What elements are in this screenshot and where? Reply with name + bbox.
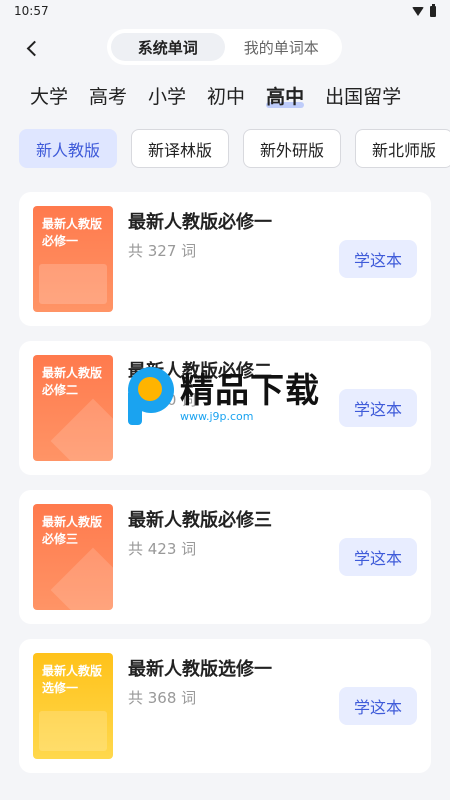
book-cover-text: 最新人教版必修一 — [42, 217, 103, 248]
book-cover-text: 最新人教版选修一 — [42, 664, 103, 695]
level-tab-primary[interactable]: 小学 — [148, 82, 186, 109]
level-tab-study-abroad[interactable]: 出国留学 — [325, 82, 401, 109]
level-tab-junior[interactable]: 初中 — [207, 82, 245, 109]
book-cover-text: 最新人教版必修二 — [42, 366, 103, 397]
book-word-count: 共 327 词 — [128, 242, 197, 260]
level-tab-gaokao[interactable]: 高考 — [89, 82, 127, 109]
book-cover: 最新人教版必修三 — [33, 504, 113, 610]
book-title: 最新人教版必修三 — [128, 510, 272, 531]
edition-chip-yilin[interactable]: 新译林版 — [131, 129, 230, 168]
cover-decoration — [50, 547, 113, 610]
edition-chip-renjiao[interactable]: 新人教版 — [19, 129, 118, 168]
book-cover-text: 最新人教版必修三 — [42, 515, 103, 546]
learn-book-button[interactable]: 学这本 — [339, 687, 417, 725]
status-icons — [412, 3, 436, 17]
watermark-url: www.j9p.com — [180, 409, 254, 423]
book-word-count: 共 368 词 — [128, 689, 197, 707]
back-button[interactable] — [18, 34, 46, 62]
book-cover: 最新人教版选修一 — [33, 653, 113, 759]
learn-book-button[interactable]: 学这本 — [339, 240, 417, 278]
book-title: 最新人教版必修一 — [128, 212, 272, 233]
level-tab-senior[interactable]: 高中 — [266, 82, 305, 109]
book-card[interactable]: 最新人教版选修一 最新人教版选修一 共 368 词 学这本 — [19, 639, 431, 773]
segmented-tabs: 系统单词 我的单词本 — [107, 29, 342, 65]
nav-bar: 系统单词 我的单词本 — [0, 28, 450, 68]
learn-book-button[interactable]: 学这本 — [339, 538, 417, 576]
watermark-title: 精品下载 — [180, 370, 320, 411]
chevron-left-icon — [26, 40, 42, 56]
tab-my-wordbook[interactable]: 我的单词本 — [225, 33, 339, 61]
status-time: 10:57 — [14, 4, 49, 18]
tab-system-words[interactable]: 系统单词 — [111, 33, 225, 61]
level-tab-university[interactable]: 大学 — [30, 82, 68, 109]
wifi-icon — [412, 6, 424, 16]
book-word-count: 共 423 词 — [128, 540, 197, 558]
watermark-logo-icon — [128, 367, 174, 427]
watermark-overlay: 精品下载 www.j9p.com — [128, 357, 353, 437]
book-cover: 最新人教版必修二 — [33, 355, 113, 461]
book-card[interactable]: 最新人教版必修三 最新人教版必修三 共 423 词 学这本 — [19, 490, 431, 624]
book-cover: 最新人教版必修一 — [33, 206, 113, 312]
edition-chip-beishi[interactable]: 新北师版 — [355, 129, 450, 168]
edition-chip-waiyan[interactable]: 新外研版 — [243, 129, 342, 168]
status-bar: 10:57 — [0, 0, 450, 22]
book-list: 最新人教版必修一 最新人教版必修一 共 327 词 学这本 最新人教版必修二 最… — [19, 192, 431, 788]
cover-decoration — [39, 711, 107, 751]
watermark-text: 精品下载 www.j9p.com — [180, 372, 320, 423]
book-card[interactable]: 最新人教版必修一 最新人教版必修一 共 327 词 学这本 — [19, 192, 431, 326]
book-title: 最新人教版选修一 — [128, 659, 272, 680]
cover-decoration — [39, 264, 107, 304]
cover-decoration — [50, 398, 113, 461]
edition-chips: 新人教版 新译林版 新外研版 新北师版 — [19, 129, 450, 169]
battery-icon — [430, 3, 436, 17]
level-tabs: 大学 高考 小学 初中 高中 出国留学 — [30, 82, 401, 109]
